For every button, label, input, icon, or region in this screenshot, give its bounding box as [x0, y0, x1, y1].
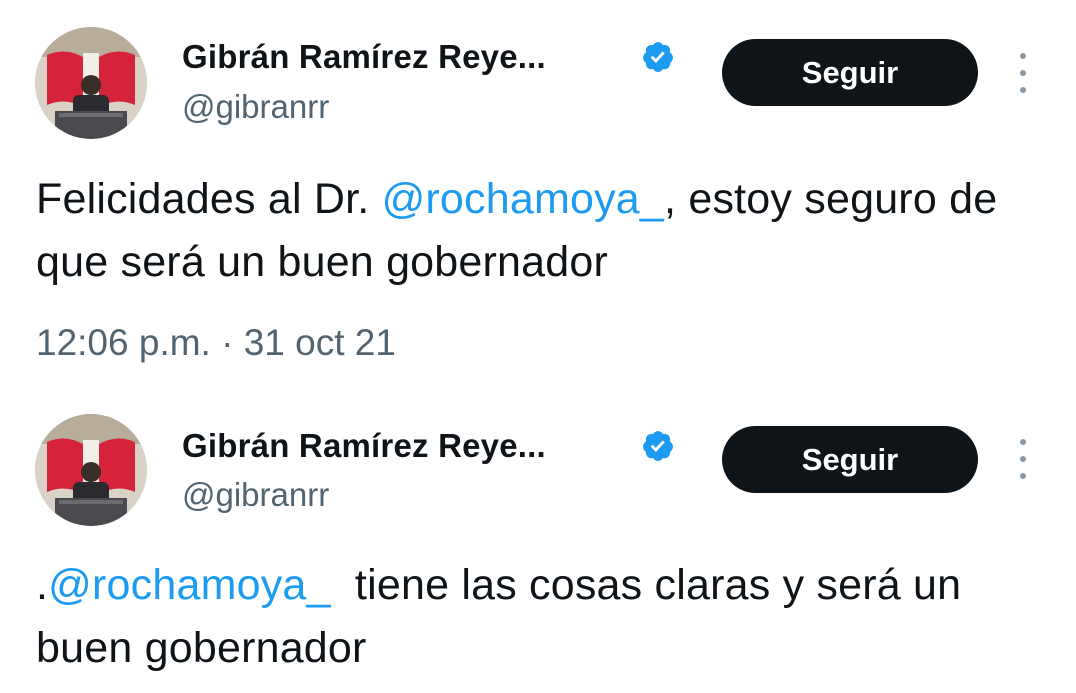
avatar-photo [35, 27, 147, 139]
follow-button[interactable]: Seguir [722, 39, 978, 106]
display-name[interactable]: Gibrán Ramírez Reye... [182, 38, 546, 76]
dot [1020, 456, 1026, 462]
tweet-text-before: . [36, 561, 49, 609]
dot [1020, 439, 1026, 445]
mention-link[interactable]: @rochamoya_ [48, 561, 330, 609]
tweet-text: .@rochamoya_ tiene las cosas claras y se… [36, 554, 1046, 680]
avatar-photo [35, 414, 147, 526]
tweet-text-before: Felicidades al Dr. [36, 175, 382, 223]
more-vertical-icon[interactable] [1013, 53, 1033, 93]
timestamp[interactable]: 12:06 p.m. · 31 oct 21 [36, 322, 396, 364]
verified-badge-icon [643, 431, 673, 461]
avatar[interactable] [35, 414, 147, 526]
follow-button[interactable]: Seguir [722, 426, 978, 493]
avatar[interactable] [35, 27, 147, 139]
tweet-2[interactable]: Gibrán Ramírez Reye... @gibranrr Seguir … [0, 390, 1076, 693]
more-vertical-icon[interactable] [1013, 439, 1033, 479]
dot [1020, 87, 1026, 93]
handle[interactable]: @gibranrr [182, 88, 329, 126]
handle[interactable]: @gibranrr [182, 476, 329, 514]
mention-link[interactable]: @rochamoya_ [382, 175, 664, 223]
dot [1020, 53, 1026, 59]
tweet-text: Felicidades al Dr. @rochamoya_, estoy se… [36, 168, 1046, 294]
dot [1020, 473, 1026, 479]
verified-badge-icon [643, 42, 673, 72]
display-name[interactable]: Gibrán Ramírez Reye... [182, 427, 546, 465]
dot [1020, 70, 1026, 76]
tweet-1[interactable]: Gibrán Ramírez Reye... @gibranrr Seguir … [0, 0, 1076, 390]
